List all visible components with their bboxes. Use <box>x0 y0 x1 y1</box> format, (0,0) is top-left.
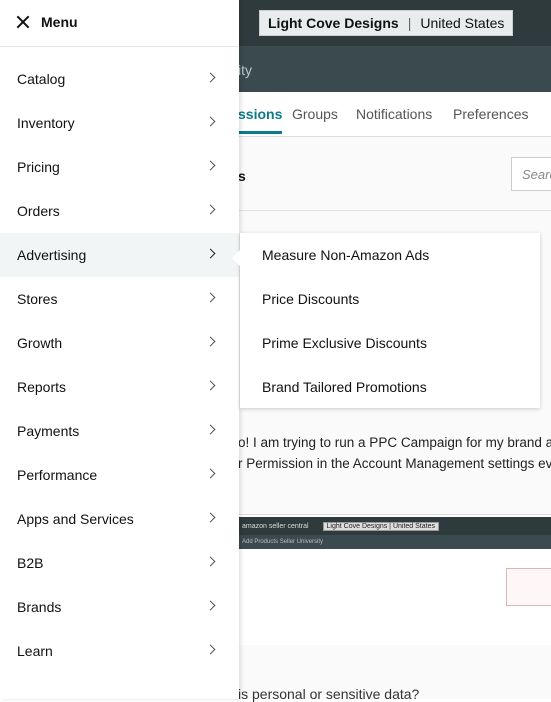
submenu-item-brand-tailored-promotions[interactable]: Brand Tailored Promotions <box>262 379 427 395</box>
account-switcher[interactable]: Light Cove Designs | United States <box>259 10 514 36</box>
menu-item-label: Growth <box>17 335 63 351</box>
chevron-right-icon <box>205 556 216 567</box>
menu-item-label: Pricing <box>17 159 60 175</box>
menu-item-inventory[interactable]: Inventory <box>0 101 239 145</box>
account-region: United States <box>420 15 505 31</box>
menu-item-label: Apps and Services <box>17 511 134 527</box>
chevron-right-icon <box>205 204 216 215</box>
tab-notifications[interactable]: Notifications <box>356 106 432 122</box>
post-body: o! I am trying to run a PPC Campaign for… <box>238 432 551 474</box>
menu-item-brands[interactable]: Brands <box>0 585 239 629</box>
menu-item-label: B2B <box>17 555 44 571</box>
embedded-links: Add Products Seller University <box>242 539 324 545</box>
menu-item-label: Brands <box>17 599 62 615</box>
menu-item-reports[interactable]: Reports <box>0 365 239 409</box>
embedded-subbar: Add Products Seller University <box>238 535 551 549</box>
menu-item-label: Payments <box>17 423 80 439</box>
embedded-account: Light Cove Designs | United States <box>322 521 439 531</box>
subbar-text: ity <box>238 62 252 78</box>
chevron-right-icon <box>205 380 216 391</box>
menu-item-label: Reports <box>17 379 67 395</box>
tab-discussions[interactable]: ssions <box>238 106 283 134</box>
menu-header: Menu <box>0 0 239 47</box>
menu-item-catalog[interactable]: Catalog <box>0 57 239 101</box>
question-text: is personal or sensitive data? <box>238 686 420 702</box>
submenu-item-prime-exclusive-discounts[interactable]: Prime Exclusive Discounts <box>262 335 427 351</box>
embedded-warning <box>506 568 551 606</box>
menu-item-label: Catalog <box>17 71 66 87</box>
chevron-right-icon <box>205 336 216 347</box>
search-input[interactable]: Searc <box>511 157 551 191</box>
menu-item-growth[interactable]: Growth <box>0 321 239 365</box>
advertising-submenu: Measure Non-Amazon Ads Price Discounts P… <box>232 233 540 408</box>
chevron-right-icon <box>205 72 216 83</box>
chevron-right-icon <box>205 424 216 435</box>
menu-item-performance[interactable]: Performance <box>0 453 239 497</box>
menu-item-advertising[interactable]: Advertising <box>0 233 239 277</box>
menu-item-label: Advertising <box>17 247 87 263</box>
menu-item-label: Orders <box>17 203 60 219</box>
chevron-right-icon <box>205 600 216 611</box>
menu-item-label: Performance <box>17 467 98 483</box>
menu-item-apps-and-services[interactable]: Apps and Services <box>0 497 239 541</box>
side-menu: Menu Catalog Inventory Pricing Orders Ad… <box>0 0 239 699</box>
close-icon[interactable] <box>16 15 30 29</box>
embedded-brand: amazon seller central <box>242 522 309 530</box>
post-line: r Permission in the Account Management s… <box>238 456 551 471</box>
divider <box>238 210 551 211</box>
menu-item-pricing[interactable]: Pricing <box>0 145 239 189</box>
chevron-right-icon <box>205 512 216 523</box>
menu-item-stores[interactable]: Stores <box>0 277 239 321</box>
account-name: Light Cove Designs <box>268 15 399 31</box>
section-heading: s <box>238 168 246 184</box>
menu-title: Menu <box>41 14 78 30</box>
menu-list: Catalog Inventory Pricing Orders Adverti… <box>0 57 239 673</box>
menu-item-label: Stores <box>17 291 58 307</box>
menu-item-label: Inventory <box>17 115 75 131</box>
menu-item-b2b[interactable]: B2B <box>0 541 239 585</box>
embedded-topbar: amazon seller central Light Cove Designs… <box>238 517 551 535</box>
menu-item-label: Learn <box>17 643 53 659</box>
submenu-item-price-discounts[interactable]: Price Discounts <box>262 291 359 307</box>
chevron-right-icon <box>205 160 216 171</box>
menu-item-orders[interactable]: Orders <box>0 189 239 233</box>
submenu-item-measure-non-amazon-ads[interactable]: Measure Non-Amazon Ads <box>262 247 429 263</box>
embedded-screenshot: amazon seller central Light Cove Designs… <box>238 514 551 645</box>
chevron-right-icon <box>205 292 216 303</box>
menu-item-learn[interactable]: Learn <box>0 629 239 673</box>
chevron-right-icon <box>205 248 216 259</box>
chevron-right-icon <box>205 468 216 479</box>
post-line: o! I am trying to run a PPC Campaign for… <box>238 435 551 450</box>
tab-groups[interactable]: Groups <box>292 106 338 122</box>
chevron-right-icon <box>205 644 216 655</box>
account-separator: | <box>407 15 412 31</box>
tab-preferences[interactable]: Preferences <box>453 106 528 122</box>
chevron-right-icon <box>205 116 216 127</box>
menu-item-payments[interactable]: Payments <box>0 409 239 453</box>
